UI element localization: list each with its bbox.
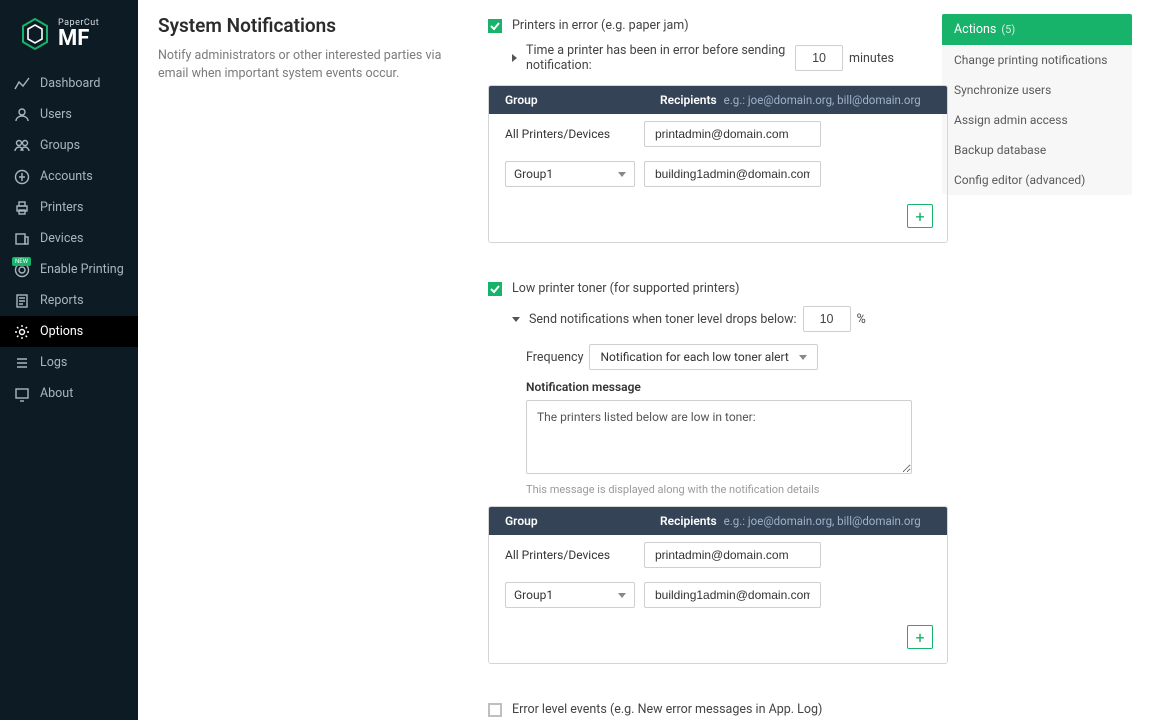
message-hint: This message is displayed along with the…	[526, 483, 894, 496]
action-config-editor[interactable]: Config editor (advanced)	[942, 165, 1132, 195]
group-select-value: Group1	[514, 588, 553, 602]
add-row-button[interactable]: +	[907, 625, 933, 649]
nav-devices[interactable]: Devices	[0, 223, 138, 254]
nav-reports-label: Reports	[40, 293, 84, 308]
group-select-value: Group1	[514, 167, 553, 181]
accounts-icon	[14, 169, 30, 185]
dashboard-icon	[14, 76, 30, 92]
toner-level-input[interactable]	[803, 306, 851, 332]
nav-dashboard-label: Dashboard	[40, 76, 100, 91]
nav-options-label: Options	[40, 324, 83, 339]
nav-about[interactable]: About	[0, 378, 138, 409]
group-select-2[interactable]: Group1	[505, 582, 635, 608]
nav-printers[interactable]: Printers	[0, 192, 138, 223]
nav-users-label: Users	[40, 107, 72, 122]
group-select-1[interactable]: Group1	[505, 161, 635, 187]
nav-accounts-label: Accounts	[40, 169, 93, 184]
table-head-hint: e.g.: joe@domain.org, bill@domain.org	[724, 93, 921, 107]
page-title: System Notifications	[158, 14, 458, 37]
printer-icon	[14, 200, 30, 216]
notification-message-textarea[interactable]	[526, 400, 912, 474]
actions-title: Actions	[954, 22, 996, 37]
error-level-checkbox[interactable]	[488, 703, 502, 717]
page-description: Notify administrators or other intereste…	[158, 47, 458, 83]
actions-count: (5)	[1001, 23, 1015, 36]
nav-options[interactable]: Options	[0, 316, 138, 347]
nav-enable-printing[interactable]: NEW Enable Printing	[0, 254, 138, 285]
chevron-down-icon	[618, 593, 626, 598]
table-head-recipients: Recipients	[660, 514, 717, 528]
error-time-unit: minutes	[849, 51, 894, 66]
table-head-group: Group	[505, 93, 660, 107]
frequency-value: Notification for each low toner alert	[600, 350, 788, 364]
page-header: System Notifications Notify administrato…	[158, 14, 458, 700]
toner-level-label: Send notifications when toner level drop…	[529, 312, 797, 327]
action-assign-admin-access[interactable]: Assign admin access	[942, 105, 1132, 135]
chevron-down-icon	[799, 355, 807, 360]
actions-header: Actions (5)	[942, 14, 1132, 45]
action-backup-database[interactable]: Backup database	[942, 135, 1132, 165]
nav-enable-printing-label: Enable Printing	[40, 262, 124, 277]
enable-printing-icon: NEW	[14, 262, 30, 278]
settings-form: Printers in error (e.g. paper jam) Time …	[488, 14, 894, 700]
main-area: System Notifications Notify administrato…	[138, 0, 1152, 720]
nav-printers-label: Printers	[40, 200, 83, 215]
recipient-input-2[interactable]	[644, 161, 821, 187]
table-head-group: Group	[505, 514, 660, 528]
nav-dashboard[interactable]: Dashboard	[0, 68, 138, 99]
nav-logs[interactable]: Logs	[0, 347, 138, 378]
nav-groups-label: Groups	[40, 138, 80, 153]
table-head-hint: e.g.: joe@domain.org, bill@domain.org	[724, 514, 921, 528]
group-all-printers: All Printers/Devices	[505, 548, 610, 562]
reports-icon	[14, 293, 30, 309]
recipient-input-3[interactable]	[644, 542, 821, 568]
nav-reports[interactable]: Reports	[0, 285, 138, 316]
add-row-button[interactable]: +	[907, 204, 933, 228]
logs-icon	[14, 355, 30, 371]
brand-bottom-text: MF	[58, 28, 99, 50]
table-head-recipients: Recipients	[660, 93, 717, 107]
device-icon	[14, 231, 30, 247]
actions-panel: Actions (5) Change printing notification…	[942, 14, 1132, 700]
action-change-printing-notifications[interactable]: Change printing notifications	[942, 45, 1132, 75]
frequency-label: Frequency	[526, 350, 583, 365]
nav-groups[interactable]: Groups	[0, 130, 138, 161]
papercut-logo-icon	[20, 17, 50, 51]
gear-icon	[14, 324, 30, 340]
nav-devices-label: Devices	[40, 231, 83, 246]
nav-logs-label: Logs	[40, 355, 67, 370]
expand-caret-icon[interactable]	[512, 317, 520, 322]
recipient-input-4[interactable]	[644, 582, 821, 608]
toner-level-unit: %	[857, 312, 866, 327]
expand-caret-icon[interactable]	[512, 54, 517, 62]
sidebar: PaperCut MF Dashboard Users Groups Accou…	[0, 0, 138, 720]
chevron-down-icon	[618, 172, 626, 177]
brand-logo: PaperCut MF	[0, 0, 138, 68]
message-label: Notification message	[526, 380, 894, 394]
group-all-printers: All Printers/Devices	[505, 127, 610, 141]
group-icon	[14, 138, 30, 154]
nav-about-label: About	[40, 386, 73, 401]
user-icon	[14, 107, 30, 123]
nav-accounts[interactable]: Accounts	[0, 161, 138, 192]
action-synchronize-users[interactable]: Synchronize users	[942, 75, 1132, 105]
low-toner-label: Low printer toner (for supported printer…	[512, 281, 740, 296]
low-toner-checkbox[interactable]	[488, 282, 502, 296]
nav-users[interactable]: Users	[0, 99, 138, 130]
toner-recipients-table: Group Recipients e.g.: joe@domain.org, b…	[488, 506, 948, 664]
frequency-select[interactable]: Notification for each low toner alert	[589, 344, 817, 370]
printers-error-checkbox[interactable]	[488, 19, 502, 33]
error-time-label: Time a printer has been in error before …	[526, 43, 789, 73]
recipient-input-1[interactable]	[644, 121, 821, 147]
nav: Dashboard Users Groups Accounts Printers…	[0, 68, 138, 409]
printers-error-label: Printers in error (e.g. paper jam)	[512, 18, 689, 33]
error-time-input[interactable]	[795, 45, 843, 71]
about-icon	[14, 386, 30, 402]
error-recipients-table: Group Recipients e.g.: joe@domain.org, b…	[488, 85, 948, 243]
new-badge: NEW	[12, 257, 31, 266]
error-level-label: Error level events (e.g. New error messa…	[512, 702, 822, 717]
